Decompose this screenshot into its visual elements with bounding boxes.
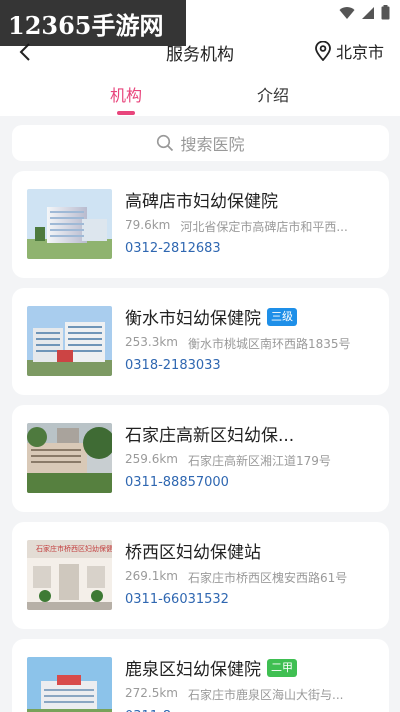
hospital-name-row: 鹿泉区妇幼保健院 二甲 xyxy=(125,655,297,680)
search-input[interactable]: 搜索医院 xyxy=(12,125,389,161)
hospital-meta: 259.6km 石家庄高新区湘江道179号 xyxy=(125,452,331,469)
watermark-logo: 12365手游网 xyxy=(0,0,186,46)
hospital-name: 鹿泉区妇幼保健院 xyxy=(125,660,261,680)
active-tab-indicator xyxy=(117,111,135,115)
hospital-distance: 269.1km xyxy=(125,569,178,583)
hospital-address: 衡水市桃城区南环西路1835号 xyxy=(188,337,351,351)
location-pin-icon xyxy=(315,41,331,61)
hospital-meta: 79.6km 河北省保定市高碑店市和平西... xyxy=(125,218,348,235)
tab-institutions[interactable]: 机构 xyxy=(86,82,166,106)
hospital-meta: 272.5km 石家庄市鹿泉区海山大街与... xyxy=(125,686,343,703)
hospital-phone[interactable]: 0318-2183033 xyxy=(125,358,221,373)
hospital-meta: 253.3km 衡水市桃城区南环西路1835号 xyxy=(125,335,351,352)
hospital-distance: 79.6km xyxy=(125,218,171,232)
hospital-photo xyxy=(27,423,112,493)
hospital-name: 石家庄高新区妇幼保... xyxy=(125,426,295,446)
wifi-icon xyxy=(339,6,355,19)
hospital-level-badge: 三级 xyxy=(267,307,297,326)
hospital-phone[interactable]: 0311-88857000 xyxy=(125,475,229,490)
hospital-card[interactable]: 衡水市妇幼保健院 三级 253.3km 衡水市桃城区南环西路1835号 0318… xyxy=(12,288,389,395)
hospital-distance: 259.6km xyxy=(125,452,178,466)
hospital-card[interactable]: 石家庄高新区妇幼保... 259.6km 石家庄高新区湘江道179号 0311-… xyxy=(12,405,389,512)
hospital-name: 桥西区妇幼保健站 xyxy=(125,543,261,563)
hospital-level-badge: 二甲 xyxy=(267,658,297,677)
battery-icon xyxy=(381,5,390,20)
hospital-photo xyxy=(27,306,112,376)
hospital-meta: 269.1km 石家庄市桥西区槐安西路61号 xyxy=(125,569,347,586)
hospital-phone[interactable]: 0311-66031532 xyxy=(125,592,229,607)
hospital-address: 河北省保定市高碑店市和平西... xyxy=(180,220,348,234)
hospital-name: 衡水市妇幼保健院 xyxy=(125,309,261,329)
hospital-distance: 253.3km xyxy=(125,335,178,349)
location-selector[interactable]: 北京市 xyxy=(314,39,384,63)
hospital-card[interactable]: 高碑店市妇幼保健院 79.6km 河北省保定市高碑店市和平西... 0312-2… xyxy=(12,171,389,278)
signal-icon xyxy=(362,6,374,19)
hospital-address: 石家庄高新区湘江道179号 xyxy=(188,454,331,468)
hospital-name-row: 桥西区妇幼保健站 xyxy=(125,538,261,563)
tab-introduction[interactable]: 介绍 xyxy=(233,82,313,106)
hospital-card[interactable]: 鹿泉区妇幼保健院 二甲 272.5km 石家庄市鹿泉区海山大街与... 0311… xyxy=(12,639,389,712)
status-bar-icons xyxy=(339,5,390,20)
hospital-phone[interactable]: 0312-2812683 xyxy=(125,241,221,256)
tab-bar: 机构 介绍 xyxy=(0,82,400,116)
hospital-name-row: 石家庄高新区妇幼保... xyxy=(125,421,294,446)
hospital-address: 石家庄市桥西区槐安西路61号 xyxy=(188,571,348,585)
search-placeholder: 搜索医院 xyxy=(180,135,245,154)
hospital-address: 石家庄市鹿泉区海山大街与... xyxy=(188,688,344,702)
search-icon xyxy=(157,134,174,152)
hospital-name: 高碑店市妇幼保健院 xyxy=(125,192,278,212)
hospital-photo xyxy=(27,189,112,259)
hospital-photo xyxy=(27,657,112,712)
hospital-card[interactable]: 石家庄市桥西区妇幼保健 桥西区妇幼保健站 269.1km 石家庄市桥西区槐安西路… xyxy=(12,522,389,629)
location-label: 北京市 xyxy=(335,43,384,62)
hospital-distance: 272.5km xyxy=(125,686,178,700)
hospital-photo: 石家庄市桥西区妇幼保健 xyxy=(27,540,112,610)
hospital-name-row: 衡水市妇幼保健院 三级 xyxy=(125,304,297,329)
hospital-name-row: 高碑店市妇幼保健院 xyxy=(125,187,278,212)
sign-text: 石家庄市桥西区妇幼保健 xyxy=(36,544,112,553)
